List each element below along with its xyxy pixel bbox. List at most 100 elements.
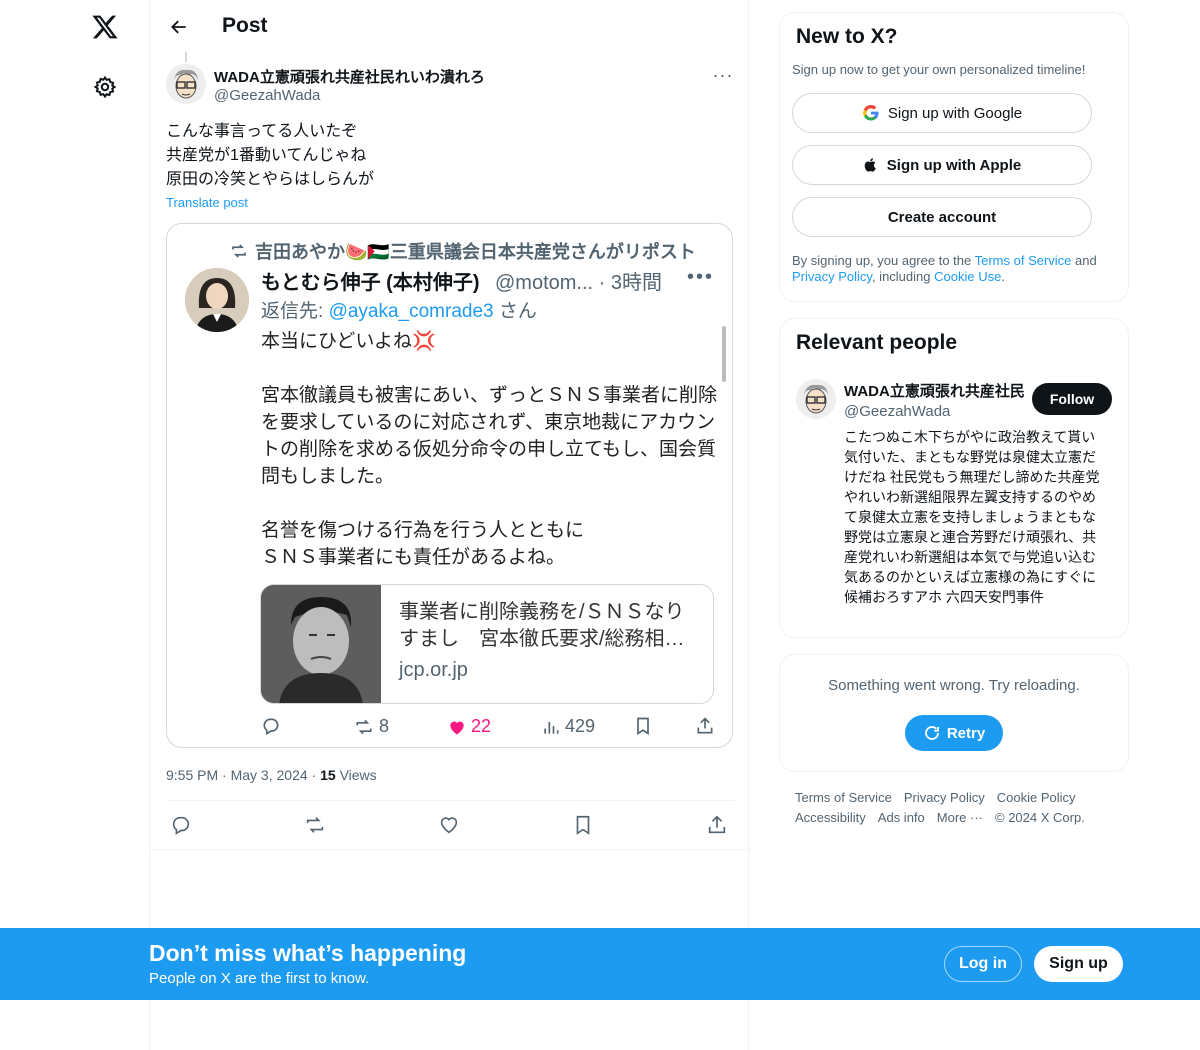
embed-reply-mention: @ayaka_comrade3 [328, 301, 494, 322]
refresh-icon [924, 726, 939, 740]
relevant-person-name[interactable]: WADA立憲頑張れ共産社民れいわ潰れろ [844, 380, 1024, 401]
terms-prefix: By signing up, you agree to the [792, 253, 975, 268]
embed-repost-line: 吉田あやか🍉🇵🇸三重県議会日本共産党さんがリポスト [229, 238, 696, 264]
embed-repost-icon [356, 719, 372, 734]
embed-views-icon [544, 721, 559, 734]
embed-name: もとむら伸子 (本村伸子) [261, 272, 480, 294]
embed-views-stat: 429 [541, 716, 595, 737]
apple-icon [864, 158, 876, 172]
new-to-x-title: New to X? [796, 25, 898, 48]
embed-reply-suffix: さん [493, 301, 537, 322]
login-button[interactable]: Log in [944, 946, 1022, 982]
main-column: Post WADA立憲頑張れ共産社民れいわ潰れろ @GeezahWada ···… [149, 0, 750, 1050]
repost-icon[interactable] [302, 812, 328, 838]
terms-of-service-link[interactable]: Terms of Service [975, 253, 1072, 268]
embed-repost-text: 吉田あやか🍉🇵🇸三重県議会日本共産党さんがリポスト [255, 242, 696, 262]
new-to-x-subtitle: Sign up now to get your own personalized… [792, 62, 1086, 77]
signup-google-label: Sign up with Google [887, 104, 1023, 122]
signup-banner: Don’t miss what’s happening People on X … [0, 928, 1200, 1000]
embed-reply-prefix: 返信先: [261, 301, 329, 322]
views-count: 15 [320, 767, 336, 783]
footer-terms-link[interactable]: Terms of Service [795, 790, 892, 805]
embed-card-image [261, 585, 381, 703]
divider [166, 800, 734, 801]
embed-body-text: 本当にひどいよね💢 宮本徹議員も被害にあい、ずっとＳＮＳ事業者に削除を要求してい… [261, 331, 718, 568]
footer-privacy-link[interactable]: Privacy Policy [904, 790, 985, 805]
embed-link-card: 事業者に削除義務を/ＳＮＳなりすまし 宮本徹氏要求/総務相… jcp.or.jp [260, 584, 714, 704]
post-header: Post [150, 0, 750, 54]
repost-icon [232, 244, 246, 258]
author-handle[interactable]: @GeezahWada [214, 87, 320, 104]
views-label: Views [339, 767, 377, 783]
embed-card-title: 事業者に削除義務を/ＳＮＳなりすまし 宮本徹氏要求/総務相… [399, 601, 685, 650]
back-arrow-icon[interactable] [164, 12, 194, 42]
embed-actions: 8 22 429 [261, 716, 721, 744]
terms-including: , including [871, 269, 935, 284]
post-date[interactable]: May 3, 2024 [231, 767, 308, 783]
more-options-icon[interactable]: ··· [710, 64, 736, 86]
embed-bookmark-icon [633, 716, 653, 736]
privacy-policy-link[interactable]: Privacy Policy [792, 269, 872, 284]
divider [150, 849, 750, 850]
embed-views-count: 429 [565, 716, 596, 736]
embed-heart-icon [450, 721, 464, 734]
footer-more-link[interactable]: More ··· [937, 810, 983, 825]
page-title: Post [222, 14, 268, 37]
follow-button[interactable]: Follow [1032, 383, 1112, 415]
author-name[interactable]: WADA立憲頑張れ共産社民れいわ潰れろ [214, 66, 485, 87]
post-image[interactable]: 吉田あやか🍉🇵🇸三重県議会日本共産党さんがリポスト もとむら伸子 (本村伸子) … [166, 223, 733, 748]
translate-post-link[interactable]: Translate post [166, 195, 248, 210]
embed-card-domain: jcp.or.jp [399, 659, 468, 681]
post-time[interactable]: 9:55 PM [166, 767, 218, 783]
post-meta: 9:55 PM · May 3, 2024 · 15 Views [166, 767, 377, 783]
author-avatar[interactable] [166, 64, 206, 104]
signup-google-button[interactable]: Sign up with Google [792, 93, 1092, 133]
embed-reply-icon [261, 716, 281, 736]
embed-more-icon: ••• [687, 266, 715, 288]
footer-accessibility-link[interactable]: Accessibility [795, 810, 866, 825]
relevant-person-handle[interactable]: @GeezahWada [844, 403, 950, 420]
bookmark-icon[interactable] [570, 812, 596, 838]
signup-button[interactable]: Sign up [1034, 946, 1123, 982]
relevant-person-bio: こたつぬこ木下ちがやに政治教えて貰い気付いた、まともな野党は泉健太立憲だけだね … [844, 429, 1100, 605]
banner-title: Don’t miss what’s happening [149, 940, 467, 966]
embed-repost-stat: 8 [353, 716, 389, 737]
trends-error-card: Something went wrong. Try reloading. Ret… [779, 654, 1129, 772]
embed-repost-count: 8 [379, 716, 390, 736]
avatar[interactable] [796, 379, 836, 419]
terms-end: . [1001, 269, 1005, 284]
footer-cookie-link[interactable]: Cookie Policy [997, 790, 1076, 805]
signup-apple-button[interactable]: Sign up with Apple [792, 145, 1092, 185]
sidebar-footer: Terms of Service Privacy Policy Cookie Pol… [795, 788, 1135, 828]
thread-line [185, 52, 187, 62]
error-message: Something went wrong. Try reloading. [828, 677, 1080, 694]
embed-like-stat: 22 [447, 716, 491, 737]
embed-like-count: 22 [471, 716, 492, 736]
footer-ads-info-link[interactable]: Ads info [878, 810, 925, 825]
reply-icon[interactable] [168, 812, 194, 838]
share-icon[interactable] [704, 812, 730, 838]
retry-button[interactable]: Retry [905, 715, 1003, 751]
embed-avatar [185, 268, 249, 332]
x-logo-icon[interactable] [86, 8, 124, 46]
new-to-x-card: New to X? Sign up now to get your own pe… [779, 12, 1129, 302]
create-account-button[interactable]: Create account [792, 197, 1092, 237]
retry-label: Retry [946, 724, 986, 742]
post-actions [150, 808, 750, 842]
footer-copyright: © 2024 X Corp. [995, 810, 1085, 825]
signup-apple-label: Sign up with Apple [886, 156, 1022, 174]
relevant-people-card: Relevant people WADA立憲頑張れ共産社民れいわ潰れろ @Gee… [779, 318, 1129, 638]
cookie-use-link[interactable]: Cookie Use [934, 269, 1001, 284]
gear-icon[interactable] [88, 70, 122, 104]
embed-handle-time: @motom... · 3時間 [495, 272, 662, 294]
embed-reply-to: 返信先: @ayaka_comrade3 さん [261, 296, 537, 323]
embed-share-icon [695, 716, 715, 736]
signup-terms: By signing up, you agree to the Terms of… [792, 253, 1122, 285]
google-icon [863, 105, 879, 121]
relevant-people-title: Relevant people [796, 331, 958, 354]
like-icon[interactable] [436, 812, 462, 838]
post-text: こんな事言ってる人いたぞ 共産党が1番動いてんじゃね 原田の冷笑とやらはしらんが [166, 123, 375, 188]
left-nav [0, 0, 150, 1050]
embed-scrollbar [722, 326, 726, 382]
terms-and: and [1071, 253, 1097, 268]
